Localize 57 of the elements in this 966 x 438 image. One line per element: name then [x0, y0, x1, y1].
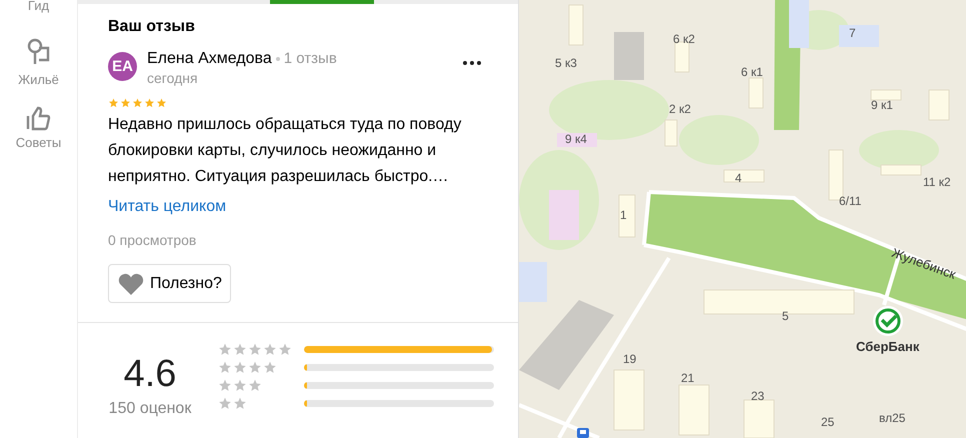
star-icon	[132, 98, 143, 108]
map-label: 19	[623, 352, 636, 366]
review-text: Недавно пришлось обращаться туда по поводу блокировки карты, случилось неожиданно и неприятно. Ситуация разрешилась быстро.…	[108, 115, 462, 187]
more-icon[interactable]	[462, 60, 482, 66]
map-label: 21	[681, 371, 694, 385]
star-icon	[233, 361, 247, 374]
map-label: 6 к1	[741, 65, 763, 79]
star-icon	[120, 98, 131, 108]
sidebar-item[interactable]: Советы	[16, 105, 62, 150]
helpful-button[interactable]: Полезно?	[108, 264, 231, 303]
star-icon	[108, 98, 119, 108]
star-icon	[218, 361, 232, 374]
star-icon	[263, 361, 277, 374]
map-label: 23	[751, 389, 764, 403]
view-count: 0 просмотров	[108, 232, 198, 248]
map-label: 9 к1	[871, 98, 893, 112]
map-label: 25	[821, 415, 834, 429]
map-label: 6 к2	[673, 32, 695, 46]
star-icon	[233, 397, 247, 410]
map-label: вл25	[879, 411, 906, 425]
sidebar-item[interactable]: Жильё	[18, 38, 59, 87]
map-label: 2 к2	[669, 102, 691, 116]
star-icon	[218, 343, 232, 356]
star-icon	[218, 379, 232, 392]
author-name: Елена Ахмедова	[147, 50, 272, 68]
poi-label[interactable]: СберБанк	[856, 339, 920, 354]
separator-dot	[276, 57, 280, 61]
map-label: 1	[620, 208, 627, 222]
map-label: 5	[782, 309, 789, 323]
thumbs-up-icon	[25, 105, 52, 131]
bus-stop-icon[interactable]	[577, 428, 589, 438]
star-icon	[233, 343, 247, 356]
star-icon	[248, 379, 262, 392]
star-icon	[156, 98, 167, 108]
map-label: 4	[735, 171, 742, 185]
rating-score: 4.6	[124, 353, 176, 396]
review-date: сегодня	[147, 70, 199, 86]
heart-icon	[118, 272, 144, 294]
star-icon	[248, 343, 262, 356]
map-label: 11 к2	[923, 175, 951, 189]
map-label: 5 к3	[555, 56, 577, 70]
review-count: 1 отзыв	[284, 50, 337, 67]
map-label: 6/11	[839, 194, 862, 208]
section-title: Ваш отзыв	[108, 18, 196, 36]
bank-logo-icon[interactable]	[872, 305, 904, 337]
star-icon	[218, 397, 232, 410]
star-icon	[248, 361, 262, 374]
star-icon	[233, 379, 247, 392]
read-more-link[interactable]: Читать целиком	[108, 198, 226, 216]
map-label: 9 к4	[565, 132, 587, 146]
map-label: 7	[849, 26, 856, 40]
rating-count: 150 оценок	[108, 400, 192, 418]
star-icon	[278, 343, 292, 356]
avatar: ЕА	[108, 52, 137, 81]
star-icon	[263, 343, 277, 356]
sidebar-item[interactable]: Гид	[28, 0, 50, 20]
star-icon	[144, 98, 155, 108]
